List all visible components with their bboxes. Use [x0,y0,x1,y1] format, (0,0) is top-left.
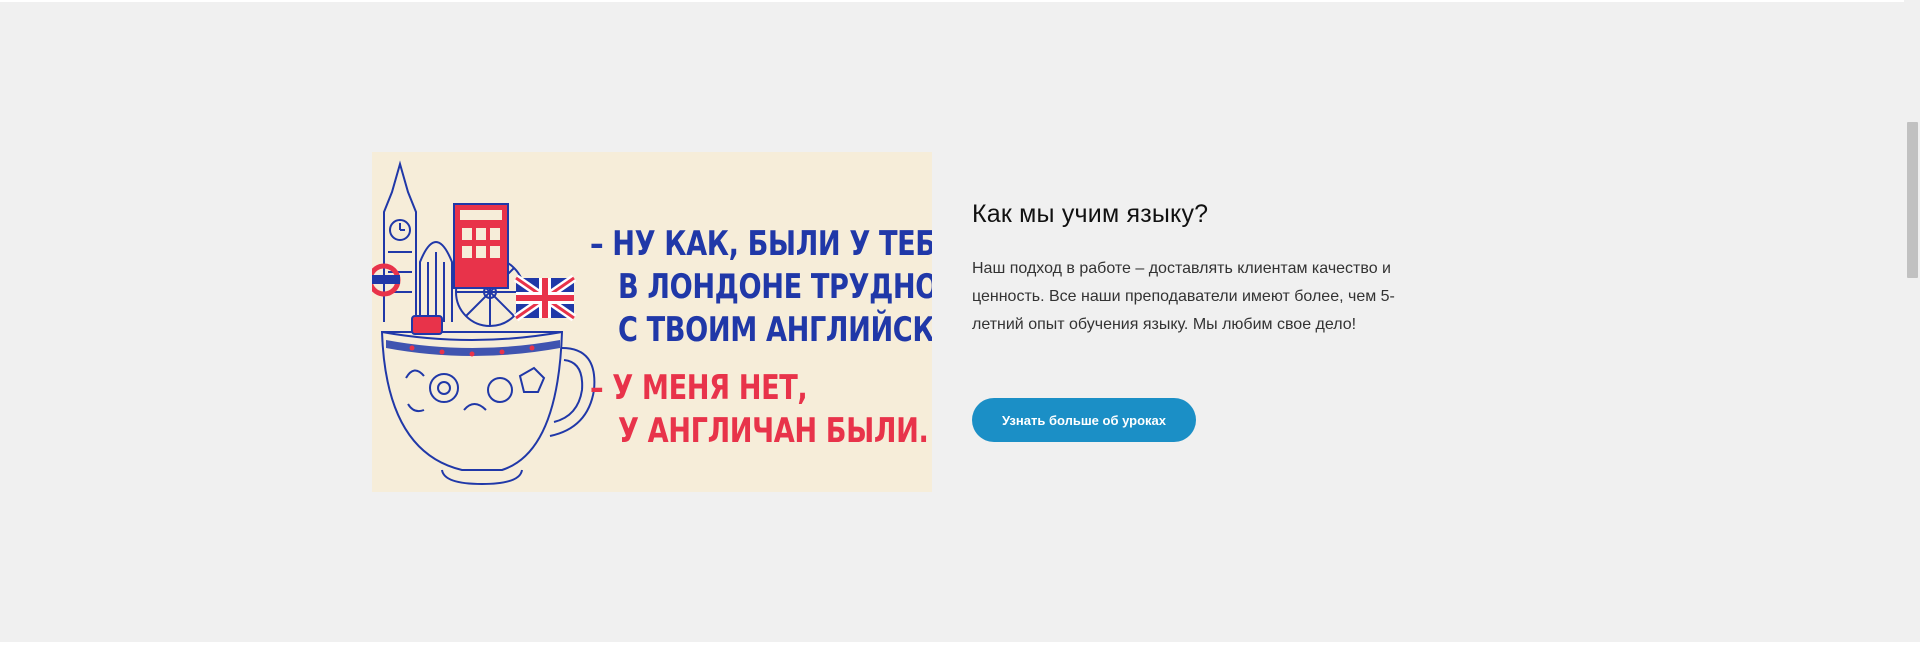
section-heading: Как мы учим языку? [972,200,1209,228]
scrollbar-thumb[interactable] [1907,122,1918,278]
bottom-divider [0,642,1920,648]
image-text-line-2: В ЛОНДОНЕ ТРУДНОСТИ [618,267,932,307]
section-description: Наш подход в работе – доставлять клиента… [972,260,1395,333]
top-divider [0,0,1920,2]
scrollbar[interactable] [1904,0,1920,648]
image-text-line-3: С ТВОИМ АНГЛИЙСКИМ? [618,310,932,350]
promo-content: Как мы учим языку? Наш подход в работе –… [972,200,1412,339]
learn-more-button[interactable]: Узнать больше об уроках [972,398,1196,442]
image-text-line-4: – У МЕНЯ НЕТ, [590,368,808,408]
promo-image: – НУ КАК, БЫЛИ У ТЕБЯ В ЛОНДОНЕ ТРУДНОСТ… [372,152,932,492]
image-text-line-1: – НУ КАК, БЫЛИ У ТЕБЯ [590,224,932,264]
union-jack-flag-icon [513,274,577,322]
image-text-line-5: У АНГЛИЧАН БЫЛИ. [618,411,929,451]
